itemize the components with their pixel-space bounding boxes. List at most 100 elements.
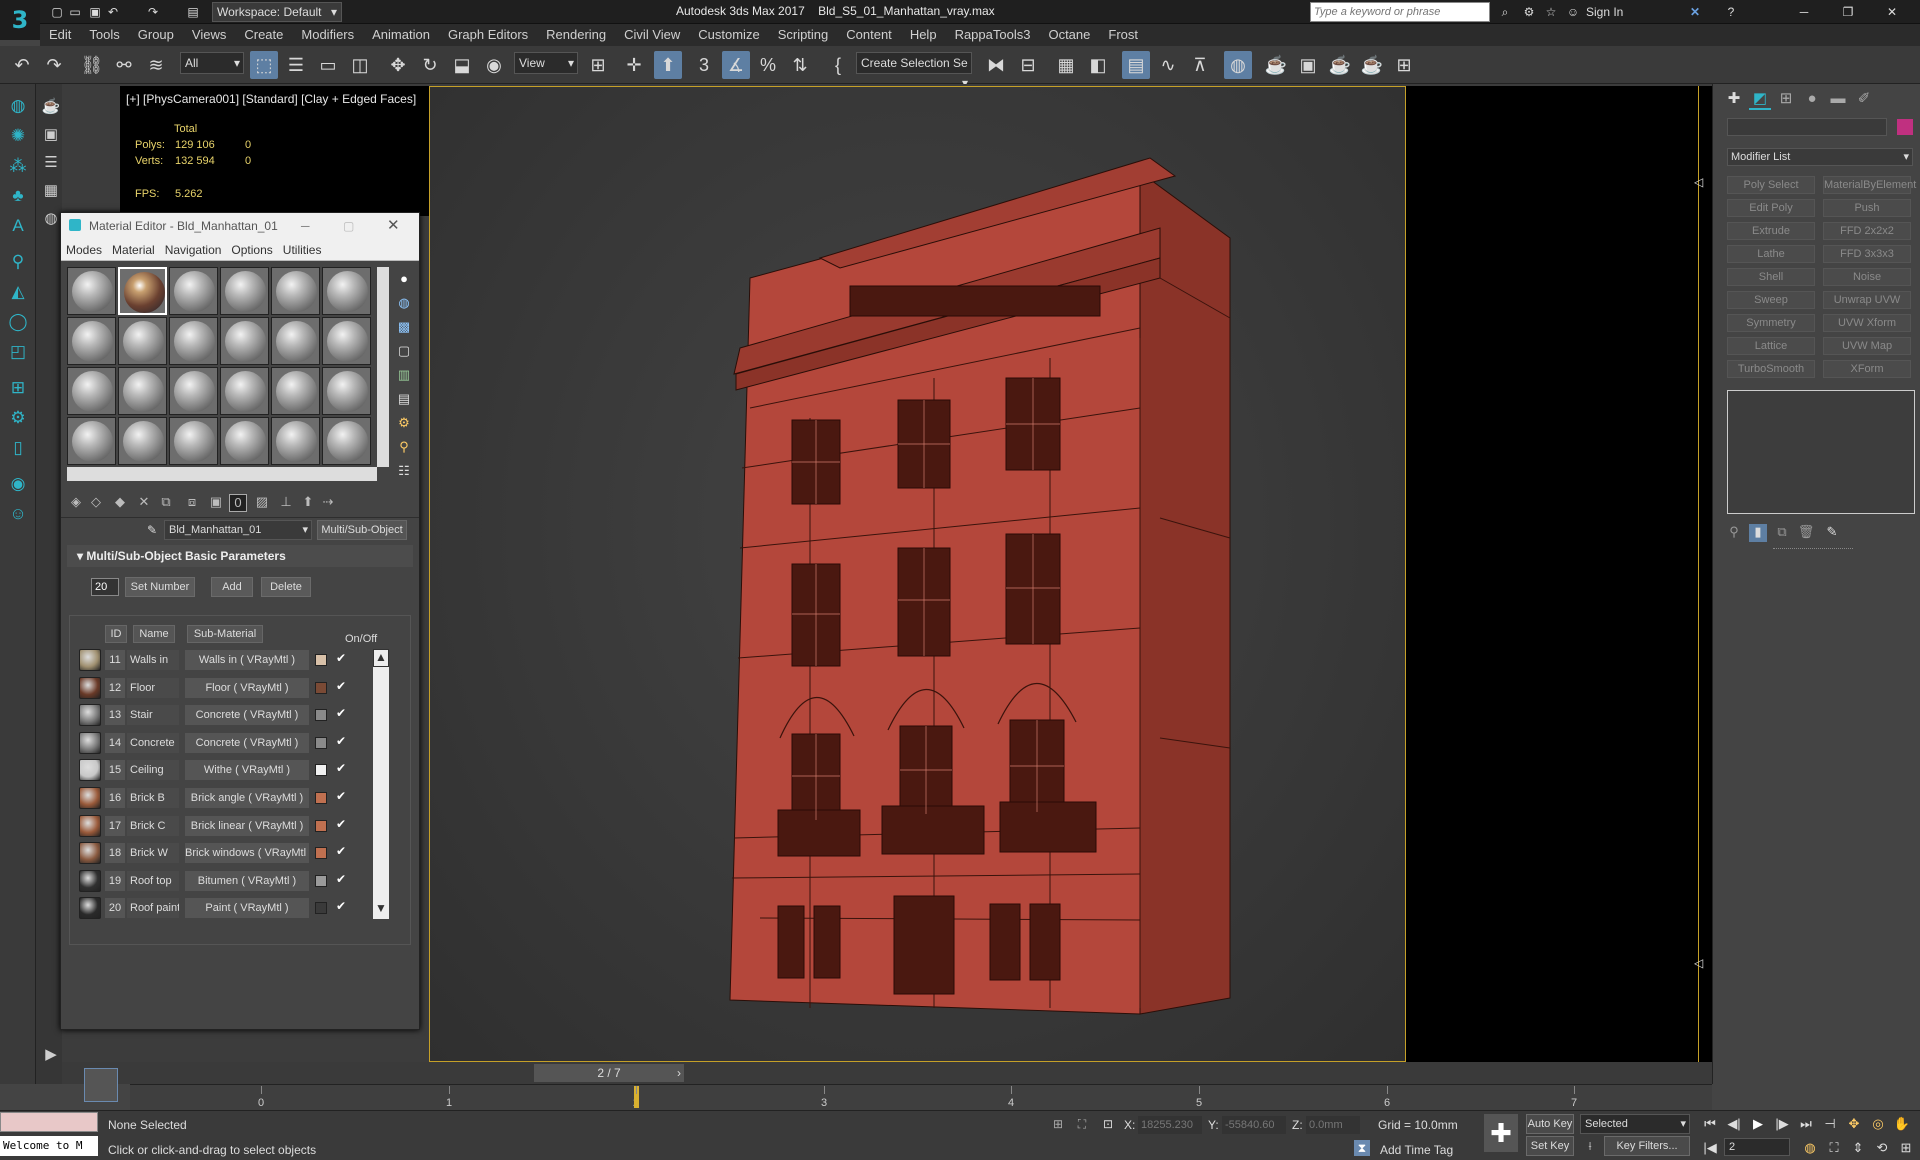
isolate-icon[interactable]: ⊞ [1050, 1116, 1066, 1132]
maxscript-listener[interactable]: Welcome to M [0, 1136, 98, 1156]
pin-stack-icon[interactable]: ⚲ [1725, 524, 1743, 542]
motion-tab-icon[interactable]: ● [1801, 88, 1823, 110]
viewport-label[interactable]: [+] [PhysCamera001] [Standard] [Clay + E… [126, 92, 416, 106]
sub-material-id[interactable]: 13 [105, 705, 125, 726]
remove-modifier-icon[interactable]: 🗑 [1797, 524, 1815, 542]
sub-material-swatch[interactable] [79, 814, 101, 837]
menu-rappatools[interactable]: RappaTools3 [946, 24, 1040, 46]
sample-slot[interactable] [322, 317, 371, 365]
checkmark-icon[interactable]: ✔ [333, 844, 349, 860]
modifier-button[interactable]: Push [1823, 199, 1911, 217]
go-forward-sibling-icon[interactable]: ⇢ [319, 494, 337, 512]
modifier-button[interactable]: MaterialByElement [1823, 176, 1916, 194]
utilities-tab-icon[interactable]: ✐ [1853, 88, 1875, 110]
sample-slot[interactable] [169, 267, 218, 315]
set-number-button[interactable]: Set Number [125, 577, 195, 597]
light-icon[interactable]: ✺ [6, 124, 30, 148]
field-of-view-icon[interactable]: ◎ [1868, 1114, 1888, 1134]
render-icon[interactable]: ▣ [40, 124, 62, 146]
sub-material-id[interactable]: 18 [105, 843, 125, 864]
menu-customize[interactable]: Customize [689, 24, 768, 46]
material-id-channel-icon[interactable]: ▣ [207, 494, 225, 512]
snaps-toggle-icon[interactable]: 3 [690, 51, 718, 79]
scale-icon[interactable]: ⬓ [448, 51, 476, 79]
scroll-down-icon[interactable]: ▼ [373, 901, 389, 919]
sub-material-name[interactable]: Floor [127, 677, 179, 698]
object-color-swatch[interactable] [1897, 119, 1913, 135]
sub-material-button[interactable]: Bitumen ( VRayMtl ) [185, 870, 309, 891]
sample-slot[interactable] [169, 417, 218, 465]
sample-slot[interactable] [67, 367, 116, 415]
sub-material-color[interactable] [315, 764, 327, 777]
assign-to-selection-icon[interactable]: ◆ [111, 494, 129, 512]
id-zero-icon[interactable]: 0 [229, 494, 247, 512]
expand-arrow-icon[interactable]: ▶ [40, 1044, 62, 1066]
select-object-icon[interactable]: ⬚ [250, 51, 278, 79]
menu-help[interactable]: Help [901, 24, 946, 46]
user-icon[interactable]: ☺ [1564, 3, 1582, 21]
sample-slot[interactable] [118, 267, 167, 315]
roll-icon[interactable]: ⟲ [1872, 1138, 1892, 1158]
background-icon[interactable]: ▩ [395, 319, 413, 337]
sub-material-id[interactable]: 15 [105, 760, 125, 781]
table-icon[interactable]: ▦ [40, 180, 62, 202]
sub-material-color[interactable] [315, 654, 327, 666]
add-button[interactable]: Add [211, 577, 253, 597]
spinner-snap-icon[interactable]: ⇅ [786, 51, 814, 79]
sub-material-name[interactable]: Brick C [127, 815, 179, 836]
person-icon[interactable]: ☺ [6, 502, 30, 526]
checkmark-icon[interactable]: ✔ [333, 761, 349, 777]
checkmark-icon[interactable]: ✔ [333, 706, 349, 722]
menu-content[interactable]: Content [837, 24, 901, 46]
sub-material-button[interactable]: Brick angle ( VRayMtl ) [185, 788, 309, 808]
close-icon[interactable]: ✕ [1878, 3, 1906, 21]
open-file-icon[interactable]: ▭ [66, 3, 84, 21]
help-icon[interactable]: ? [1722, 3, 1740, 21]
menu-views[interactable]: Views [183, 24, 235, 46]
track-bar[interactable] [130, 1084, 1712, 1110]
modifier-button[interactable]: Lathe [1727, 245, 1815, 263]
previous-frame-icon[interactable]: ◀| [1724, 1114, 1744, 1134]
modifier-button[interactable]: Extrude [1727, 222, 1815, 240]
modifier-button[interactable]: Poly Select [1727, 176, 1815, 194]
display-tab-icon[interactable]: ▬ [1827, 88, 1849, 110]
render-ui-icon[interactable]: ⊞ [1390, 51, 1418, 79]
rendered-frame-window-icon[interactable]: ▣ [1294, 51, 1322, 79]
go-to-end-icon[interactable]: ⏭ [1796, 1114, 1816, 1134]
grid-icon[interactable]: ⊞ [6, 376, 30, 400]
select-by-material-icon[interactable]: ⚲ [395, 439, 413, 457]
set-key-button[interactable]: Set Key [1526, 1136, 1574, 1156]
sub-material-swatch[interactable] [79, 869, 101, 892]
material-editor-titlebar[interactable]: Material Editor - Bld_Manhattan_01 ─ ▢ ✕ [61, 213, 419, 239]
sub-material-id[interactable]: 11 [105, 650, 125, 670]
sub-material-name[interactable]: Concrete [127, 732, 179, 753]
align-icon[interactable]: ⊟ [1014, 51, 1042, 79]
sample-slot[interactable] [118, 417, 167, 465]
bulb-icon[interactable]: ◍ [40, 208, 62, 230]
selection-filter-dropdown[interactable]: All ▾ [180, 52, 244, 74]
maxscript-listener-pink[interactable] [0, 1112, 98, 1132]
options-icon[interactable]: ⚙ [395, 415, 413, 433]
modify-tab-icon[interactable]: ◩ [1749, 88, 1771, 110]
torus-icon[interactable]: ◯ [6, 310, 30, 334]
particles-icon[interactable]: ⁂ [6, 154, 30, 178]
sub-material-scrollbar[interactable]: ▲ ▼ [373, 649, 389, 919]
helper-icon[interactable]: ⚲ [6, 250, 30, 274]
add-time-tag[interactable]: Add Time Tag [1380, 1143, 1453, 1157]
mirror-icon[interactable]: ⧓ [982, 51, 1010, 79]
menu-options[interactable]: Options [226, 239, 277, 261]
menu-graph-editors[interactable]: Graph Editors [439, 24, 537, 46]
time-tag-icon[interactable]: ⧗ [1354, 1140, 1370, 1156]
sub-material-button[interactable]: Floor ( VRayMtl ) [185, 677, 309, 698]
sub-material-swatch[interactable] [79, 676, 101, 699]
sub-material-button[interactable]: Brick linear ( VRayMtl ) [185, 815, 309, 836]
sub-material-swatch[interactable] [79, 649, 101, 671]
building-model[interactable] [720, 138, 1240, 1018]
menu-material[interactable]: Material [107, 239, 160, 261]
undo-icon[interactable]: ↶ [104, 3, 122, 21]
checkmark-icon[interactable]: ✔ [333, 899, 349, 915]
sub-material-id[interactable]: 19 [105, 870, 125, 891]
mini-viewport-toggle[interactable] [84, 1068, 118, 1102]
sub-material-color[interactable] [315, 902, 327, 915]
percent-snap-icon[interactable]: % [754, 51, 782, 79]
